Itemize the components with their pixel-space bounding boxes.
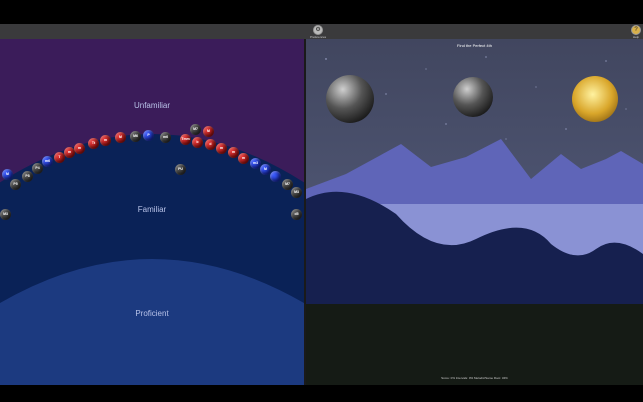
interval-ball[interactable]: d: [205, 139, 216, 150]
interval-ball[interactable]: P4: [32, 163, 43, 174]
interval-ball[interactable]: M: [2, 169, 13, 180]
interval-ball[interactable]: M3: [0, 209, 11, 220]
zone-proficient: Proficient: [135, 309, 169, 318]
help-tool[interactable]: ? Help: [631, 25, 641, 39]
interval-ball[interactable]: M6: [130, 131, 141, 142]
interval-ball[interactable]: m6: [160, 132, 171, 143]
moon-2[interactable]: [453, 77, 493, 117]
interval-ball[interactable]: M: [203, 126, 214, 137]
gear-icon: ⚙: [313, 25, 324, 35]
ground: [306, 304, 643, 385]
interval-ball[interactable]: m: [216, 143, 227, 154]
preferences-tool[interactable]: ⚙ Preferences: [310, 25, 326, 39]
game-scene[interactable]: Find the Perfect 4th Score: 0% Intervals…: [306, 39, 643, 385]
interval-ball[interactable]: Tmm: [180, 134, 191, 145]
interval-ball[interactable]: Tt: [88, 138, 99, 149]
window-bottom-bar: [0, 385, 643, 402]
proficiency-panel: Unfamiliar Familiar Proficient M P5 P8 P4 m6…: [0, 39, 304, 385]
zone-familiar: Familiar: [137, 205, 167, 214]
interval-ball[interactable]: M: [115, 132, 126, 143]
moon-3[interactable]: [572, 76, 618, 122]
landscape: [306, 39, 643, 385]
interval-ball[interactable]: M7: [190, 124, 201, 135]
interval-ball[interactable]: M3: [291, 187, 302, 198]
moon-1[interactable]: [326, 75, 374, 123]
interval-ball[interactable]: P5: [10, 179, 21, 190]
interval-ball[interactable]: P: [143, 130, 154, 141]
interval-ball[interactable]: m6: [42, 156, 53, 167]
interval-ball[interactable]: m: [74, 143, 85, 154]
interval-ball[interactable]: m: [100, 135, 111, 146]
interval-ball[interactable]: PU: [175, 164, 186, 175]
interval-ball[interactable]: b: [192, 137, 203, 148]
interval-ball[interactable]: P8: [22, 171, 33, 182]
zone-unfamiliar: Unfamiliar: [133, 101, 170, 110]
question-circle-icon: ?: [631, 25, 641, 35]
interval-ball[interactable]: m: [238, 153, 249, 164]
window-top-bar: [0, 0, 643, 24]
score-readout: Score: 0% Intervals: 0% Melodic/Same Roo…: [441, 376, 508, 380]
game-title: Find the Perfect 4th: [457, 43, 492, 48]
interval-ball[interactable]: M: [260, 164, 271, 175]
interval-ball[interactable]: d5: [291, 209, 302, 220]
interval-ball[interactable]: [270, 171, 281, 182]
toolbar: ⚙ Preferences ? Help: [0, 24, 643, 40]
